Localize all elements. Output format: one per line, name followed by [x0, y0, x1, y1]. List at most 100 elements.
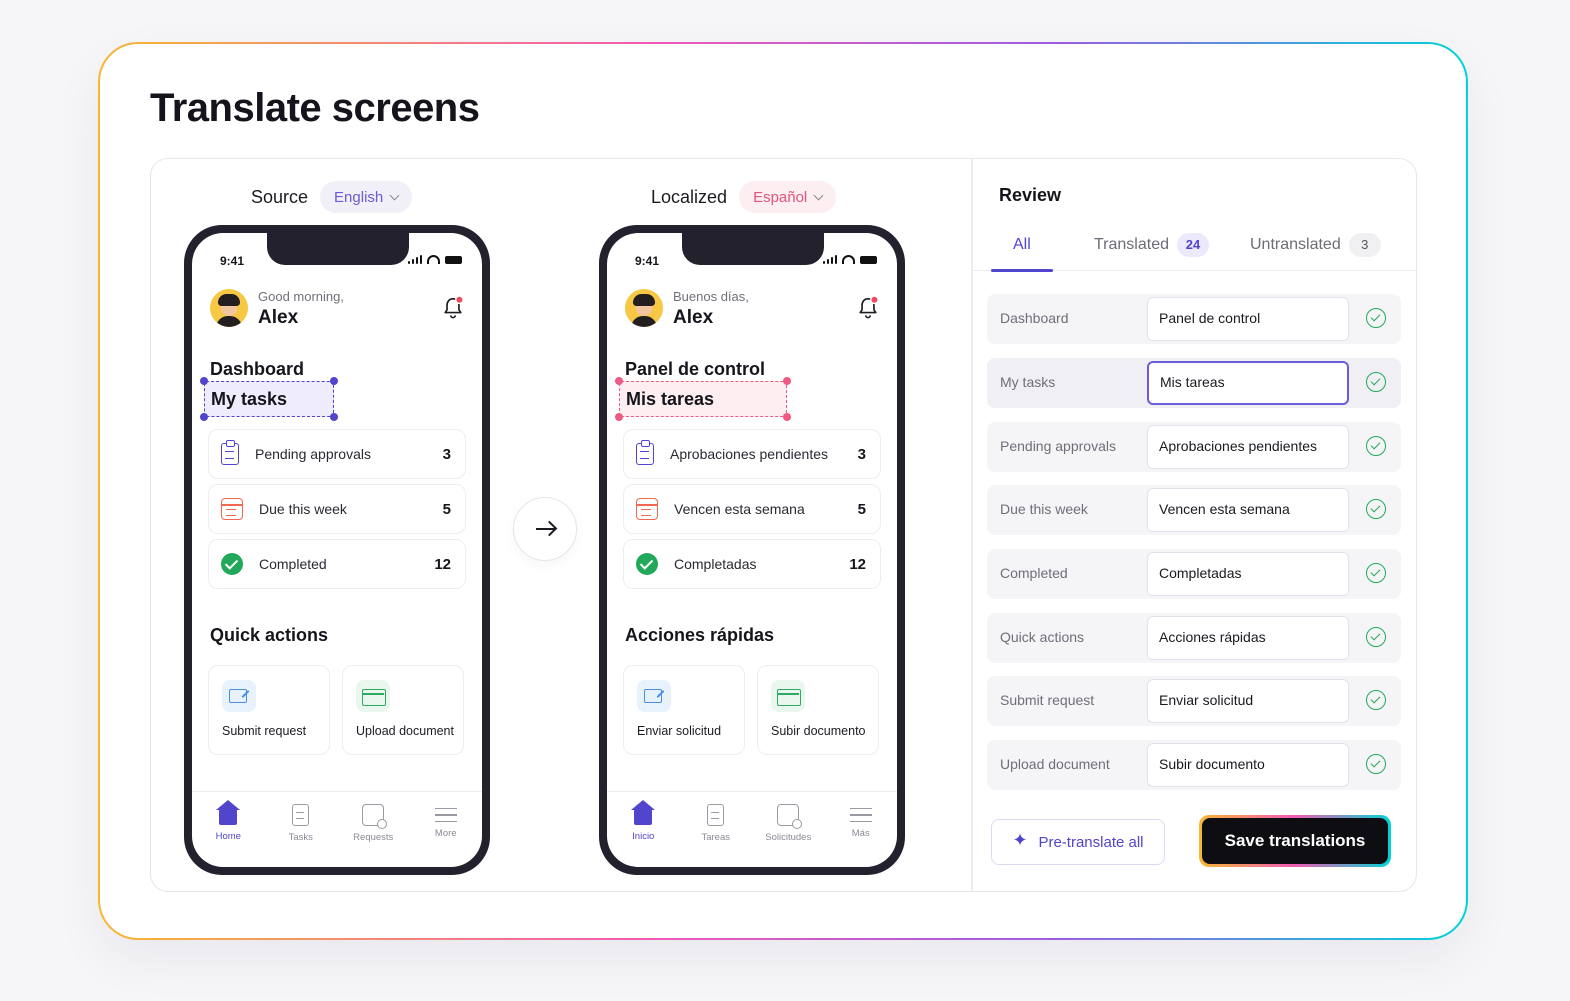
- tab-requests[interactable]: Solicitudes: [753, 804, 823, 867]
- translation-input[interactable]: Aprobaciones pendientes: [1147, 425, 1349, 469]
- quick-action-upload-document[interactable]: Upload document: [342, 665, 464, 755]
- wifi-icon: [427, 255, 440, 264]
- resize-handle[interactable]: [783, 413, 791, 421]
- review-row: Quick actions Acciones rápidas: [987, 613, 1401, 663]
- check-circle-icon: [1366, 436, 1386, 456]
- translation-input[interactable]: Panel de control: [1147, 297, 1349, 341]
- resize-handle[interactable]: [615, 377, 623, 385]
- bell-icon[interactable]: [857, 295, 879, 321]
- home-icon: [216, 800, 241, 825]
- tab-translated[interactable]: Translated 24: [1094, 229, 1209, 261]
- edit-document-icon: [637, 680, 671, 712]
- main-card-border: Translate screens Source English Localiz…: [98, 42, 1468, 940]
- main-card: Translate screens Source English Localiz…: [100, 44, 1466, 938]
- tab-more[interactable]: Más: [826, 804, 896, 867]
- battery-icon: [445, 256, 462, 264]
- stat-completed[interactable]: Completadas 12: [623, 539, 881, 589]
- avatar[interactable]: [625, 289, 663, 327]
- translation-input[interactable]: Mis tareas: [1147, 361, 1349, 405]
- quick-action-submit-request[interactable]: Enviar solicitud: [623, 665, 745, 755]
- source-string: Dashboard: [1000, 310, 1069, 326]
- user-name: Alex: [673, 307, 714, 328]
- stat-due-this-week[interactable]: Due this week 5: [208, 484, 466, 534]
- resize-handle[interactable]: [330, 377, 338, 385]
- stat-value: 5: [442, 500, 451, 518]
- source-phone: 9:41 Good morning, Alex Dashboard My tas…: [184, 225, 490, 875]
- localized-header: Localized Español: [651, 181, 837, 213]
- quick-actions-title: Acciones rápidas: [625, 625, 775, 645]
- menu-icon: [849, 808, 872, 822]
- chevron-down-icon: [389, 190, 400, 200]
- my-tasks-selection[interactable]: Mis tareas: [615, 377, 791, 421]
- stat-value: 5: [857, 500, 866, 518]
- tab-home[interactable]: Inicio: [608, 800, 678, 867]
- resize-handle[interactable]: [615, 413, 623, 421]
- source-string: Completed: [1000, 565, 1068, 581]
- resize-handle[interactable]: [330, 413, 338, 421]
- bottom-tab-bar: Inicio Tareas Solicitudes Más: [607, 791, 897, 867]
- review-row: Upload document Subir documento: [987, 740, 1401, 790]
- pre-translate-all-button[interactable]: Pre-translate all: [991, 819, 1165, 865]
- tab-label: Tareas: [701, 832, 730, 843]
- status-time: 9:41: [635, 254, 660, 268]
- save-translations-button[interactable]: Save translations: [1199, 815, 1391, 867]
- tab-label: Inicio: [632, 831, 655, 842]
- source-string: Upload document: [1000, 756, 1110, 772]
- translation-input[interactable]: Acciones rápidas: [1147, 616, 1349, 660]
- tab-untranslated[interactable]: Untranslated 3: [1250, 229, 1381, 261]
- clipboard-icon: [221, 440, 239, 465]
- tab-label: Solicitudes: [765, 832, 812, 843]
- resize-handle[interactable]: [200, 413, 208, 421]
- tab-all[interactable]: All: [1013, 229, 1031, 261]
- resize-handle[interactable]: [200, 377, 208, 385]
- translation-panel: Source English Localized Español 9:41 Go…: [150, 158, 1417, 892]
- localized-language-select[interactable]: Español: [739, 181, 837, 213]
- stat-label: Pending approvals: [255, 446, 371, 462]
- quick-action-upload-document[interactable]: Subir documento: [757, 665, 879, 755]
- check-circle-icon: [1366, 690, 1386, 710]
- signal-icon: [822, 255, 837, 264]
- translation-input[interactable]: Completadas: [1147, 552, 1349, 596]
- translation-input[interactable]: Enviar solicitud: [1147, 679, 1349, 723]
- check-circle-icon: [1366, 563, 1386, 583]
- stat-pending-approvals[interactable]: Aprobaciones pendientes 3: [623, 429, 881, 479]
- bell-icon[interactable]: [442, 295, 464, 321]
- my-tasks-selection[interactable]: My tasks: [200, 377, 338, 421]
- quick-action-label: Subir documento: [771, 724, 866, 738]
- tab-requests[interactable]: Requests: [338, 804, 408, 867]
- tab-tasks[interactable]: Tasks: [266, 804, 336, 867]
- home-icon: [631, 800, 656, 825]
- translation-input[interactable]: Vencen esta semana: [1147, 488, 1349, 532]
- source-label: Source: [251, 186, 309, 207]
- source-language-select[interactable]: English: [320, 181, 413, 213]
- my-tasks-title: My tasks: [211, 388, 288, 409]
- quick-actions-title: Quick actions: [210, 625, 329, 645]
- check-circle-icon: [1366, 308, 1386, 328]
- stat-due-this-week[interactable]: Vencen esta semana 5: [623, 484, 881, 534]
- source-string: Quick actions: [1000, 629, 1085, 645]
- stat-label: Due this week: [259, 501, 347, 517]
- pre-translate-label: Pre-translate all: [1038, 833, 1144, 851]
- greeting-text: Buenos días,: [673, 289, 749, 304]
- translate-arrow-button[interactable]: [513, 497, 577, 561]
- avatar[interactable]: [210, 289, 248, 327]
- tab-more[interactable]: More: [411, 804, 481, 867]
- quick-action-submit-request[interactable]: Submit request: [208, 665, 330, 755]
- translation-input[interactable]: Subir documento: [1147, 743, 1349, 787]
- tab-home[interactable]: Home: [193, 800, 263, 867]
- tab-tasks[interactable]: Tareas: [681, 804, 751, 867]
- stat-pending-approvals[interactable]: Pending approvals 3: [208, 429, 466, 479]
- tab-label: Tasks: [288, 832, 313, 843]
- calendar-icon: [221, 498, 243, 520]
- localized-label: Localized: [651, 186, 728, 207]
- status-icons: [407, 255, 462, 264]
- check-circle-icon: [1366, 754, 1386, 774]
- stat-completed[interactable]: Completed 12: [208, 539, 466, 589]
- folder-icon: [771, 680, 805, 712]
- clipboard-icon: [292, 804, 310, 826]
- resize-handle[interactable]: [783, 377, 791, 385]
- check-circle-icon: [1366, 499, 1386, 519]
- request-icon: [362, 804, 388, 829]
- battery-icon: [860, 256, 877, 264]
- stat-value: 12: [849, 555, 866, 573]
